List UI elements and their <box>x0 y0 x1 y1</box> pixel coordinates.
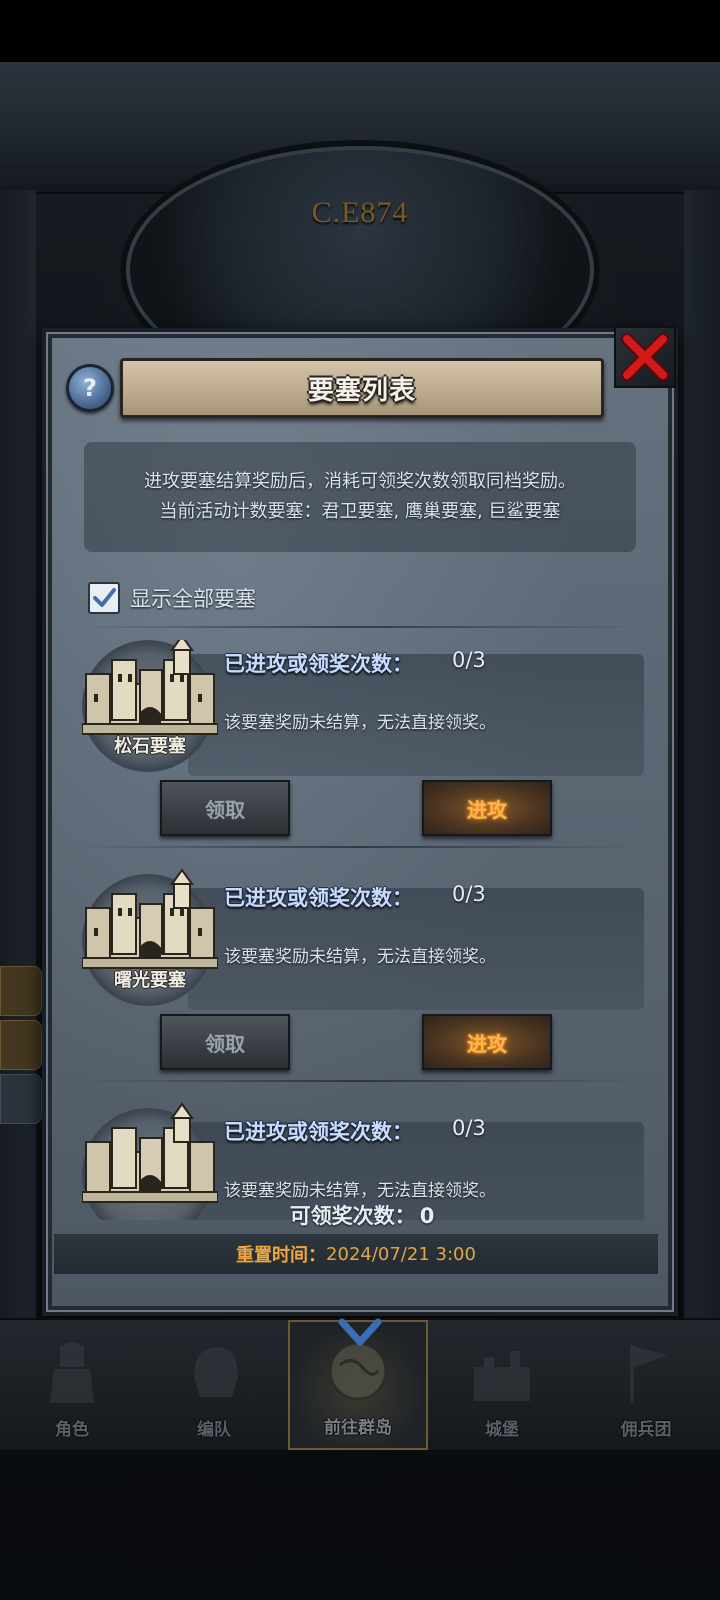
reset-time-label: 重置时间： <box>236 1245 327 1266</box>
fortress-row: 曙光要塞 已进攻或领奖次数： 0/3 该要塞奖励未结算，无法直接领奖。 领取 进… <box>60 868 660 1104</box>
attack-count-label: 已进攻或领奖次数： <box>224 886 413 910</box>
claimable-value: 0 <box>419 1204 435 1228</box>
fortress-name: 曙光要塞 <box>114 970 186 991</box>
claimable-label: 可领奖次数： <box>289 1204 416 1228</box>
attack-count-value: 0/3 <box>452 648 486 672</box>
reset-time-value: 2024/07/21 3:00 <box>326 1243 476 1265</box>
nav-label: 编队 <box>197 1420 231 1440</box>
description-box: 进攻要塞结算奖励后，消耗可领奖次数领取同档奖励。 当前活动计数要塞：君卫要塞, … <box>84 442 636 552</box>
claim-button[interactable]: 领取 <box>160 780 290 836</box>
attack-count-label: 已进攻或领奖次数： <box>224 1120 413 1144</box>
show-all-label: 显示全部要塞 <box>130 587 256 611</box>
fortress-icon <box>82 1102 218 1203</box>
nav-label: 城堡 <box>485 1420 519 1440</box>
reset-time-bar: 重置时间： 2024/07/21 3:00 <box>54 1234 658 1274</box>
attack-count-value: 0/3 <box>452 882 486 906</box>
close-icon <box>621 333 669 381</box>
help-icon[interactable]: ? <box>66 364 114 412</box>
show-all-checkbox[interactable] <box>88 582 120 614</box>
nav-item-castle[interactable]: 城堡 <box>432 1320 572 1450</box>
fortress-list[interactable]: 松石要塞 已进攻或领奖次数： 0/3 该要塞奖励未结算，无法直接领奖。 领取 进… <box>60 640 660 1220</box>
modal-title-banner: 要塞列表 <box>120 358 604 418</box>
claim-button[interactable]: 领取 <box>160 1014 290 1070</box>
fortress-status-text: 该要塞奖励未结算，无法直接领奖。 <box>224 713 496 733</box>
castle-icon <box>474 1351 530 1401</box>
nav-item-team[interactable]: 编队 <box>144 1320 284 1450</box>
fortress-status-text: 该要塞奖励未结算，无法直接领奖。 <box>224 1181 496 1201</box>
nav-item-character[interactable]: 角色 <box>2 1320 142 1450</box>
fortress-row: 松石要塞 已进攻或领奖次数： 0/3 该要塞奖励未结算，无法直接领奖。 领取 进… <box>60 640 660 870</box>
attack-count-label: 已进攻或领奖次数： <box>224 652 413 676</box>
helmet-icon <box>194 1347 238 1397</box>
divider <box>76 626 642 628</box>
attack-button[interactable]: 进攻 <box>422 780 552 836</box>
show-all-toggle[interactable]: 显示全部要塞 <box>88 582 256 614</box>
close-button[interactable] <box>614 326 676 388</box>
chevron-down-icon <box>338 1318 382 1346</box>
nav-label: 佣兵团 <box>620 1420 672 1440</box>
description-line-2: 当前活动计数要塞：君卫要塞, 鹰巢要塞, 巨鲨要塞 <box>159 501 561 522</box>
divider <box>76 1080 642 1082</box>
divider <box>76 846 642 848</box>
fortress-status-text: 该要塞奖励未结算，无法直接领奖。 <box>224 947 496 967</box>
description-line-1: 进攻要塞结算奖励后，消耗可领奖次数领取同档奖励。 <box>144 471 576 492</box>
nav-label: 前往群岛 <box>324 1418 392 1438</box>
nav-label: 角色 <box>55 1420 89 1440</box>
fortress-icon <box>82 640 218 735</box>
attack-button[interactable]: 进攻 <box>422 1014 552 1070</box>
flag-icon <box>630 1345 668 1403</box>
nav-item-mercenary[interactable]: 佣兵团 <box>576 1320 716 1450</box>
modal-title: 要塞列表 <box>307 375 416 406</box>
fortress-icon <box>82 868 218 969</box>
checkmark-icon <box>93 588 116 607</box>
claimable-count: 可领奖次数： 0 <box>0 1200 720 1230</box>
attack-count-value: 0/3 <box>452 1116 486 1140</box>
knight-icon <box>50 1342 94 1403</box>
fortress-name: 松石要塞 <box>114 736 186 757</box>
